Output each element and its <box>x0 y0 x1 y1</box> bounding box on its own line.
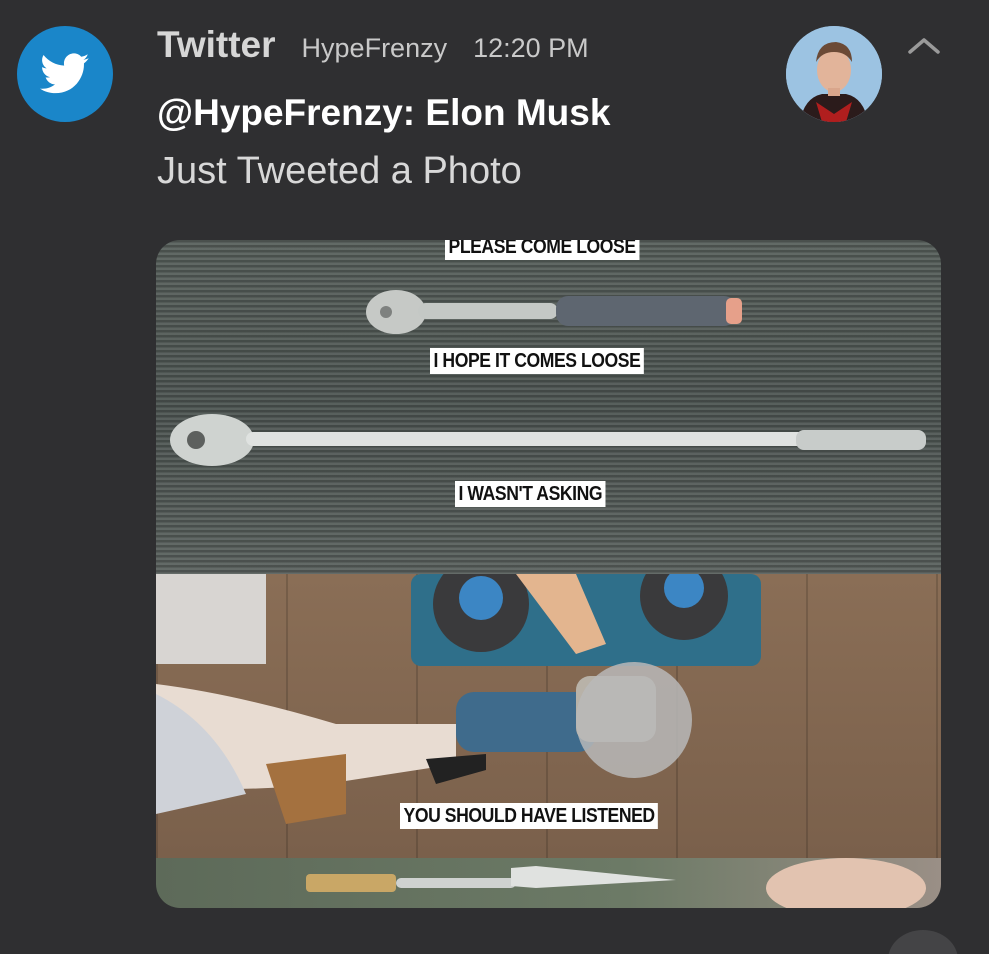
meme-panel-tool <box>156 858 941 908</box>
notification-time: 12:20 PM <box>473 33 589 63</box>
twitter-app-icon <box>17 26 113 122</box>
meme-caption: YOU SHOULD HAVE LISTENED <box>400 803 659 829</box>
app-name: Twitter <box>157 24 276 65</box>
meme-caption: I HOPE IT COMES LOOSE <box>430 348 644 374</box>
chevron-up-icon <box>908 38 940 54</box>
wrench-illustration <box>170 290 926 466</box>
profile-photo <box>786 26 882 122</box>
tweet-photo[interactable]: PLEASE COME LOOSE I HOPE IT COMES LOOSE … <box>156 240 941 908</box>
expand-badge[interactable] <box>888 930 958 954</box>
tool-illustration <box>306 858 926 908</box>
notification-title: @HypeFrenzy: Elon Musk <box>157 92 611 133</box>
avatar <box>786 26 882 122</box>
meme-caption: PLEASE COME LOOSE <box>445 240 640 260</box>
meme-caption: I WASN'T ASKING <box>455 481 606 507</box>
notification-header: Twitter HypeFrenzy 12:20 PM <box>157 24 589 70</box>
meme-panel-wrenches: PLEASE COME LOOSE I HOPE IT COMES LOOSE … <box>156 240 941 574</box>
twitter-bird-icon <box>40 53 90 94</box>
notification-body: Just Tweeted a Photo <box>157 150 522 192</box>
channel-name: HypeFrenzy <box>301 33 448 63</box>
notification-screen: Twitter HypeFrenzy 12:20 PM @HypeFrenzy:… <box>0 0 989 954</box>
meme-panel-grinder: YOU SHOULD HAVE LISTENED <box>156 552 941 858</box>
collapse-button[interactable] <box>902 28 946 62</box>
